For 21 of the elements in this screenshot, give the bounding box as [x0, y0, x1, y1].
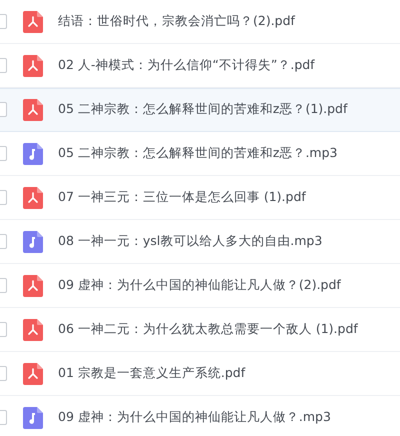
pdf-file-icon	[22, 274, 44, 296]
pdf-file-icon	[22, 186, 44, 208]
music-file-icon	[22, 230, 44, 252]
pdf-file-icon	[22, 54, 44, 76]
pdf-file-icon	[22, 10, 44, 32]
file-name: 05 二神宗教：怎么解释世间的苦难和z恶？.mp3	[58, 145, 338, 162]
music-file-icon	[22, 406, 44, 428]
pdf-file-icon	[22, 318, 44, 340]
file-row[interactable]: 05 二神宗教：怎么解释世间的苦难和z恶？(1).pdf	[0, 88, 400, 132]
file-name: 08 一神一元：ysl教可以给人多大的自由.mp3	[58, 233, 322, 250]
file-name: 06 一神二元：为什么犹太教总需要一个敌人 (1).pdf	[58, 321, 358, 338]
file-name: 09 虚神：为什么中国的神仙能让凡人做？.mp3	[58, 409, 331, 426]
music-file-icon	[22, 142, 44, 164]
pdf-file-icon	[22, 98, 44, 120]
file-name: 02 人-神模式：为什么信仰“不计得失”？.pdf	[58, 57, 315, 74]
file-name: 结语：世俗时代，宗教会消亡吗？(2).pdf	[58, 13, 295, 30]
file-name: 01 宗教是一套意义生产系统.pdf	[58, 365, 246, 382]
pdf-file-icon	[22, 362, 44, 384]
file-name: 07 一神三元：三位一体是怎么回事 (1).pdf	[58, 189, 306, 206]
file-name: 09 虚神：为什么中国的神仙能让凡人做？(2).pdf	[58, 277, 341, 294]
file-name: 05 二神宗教：怎么解释世间的苦难和z恶？(1).pdf	[58, 101, 348, 118]
